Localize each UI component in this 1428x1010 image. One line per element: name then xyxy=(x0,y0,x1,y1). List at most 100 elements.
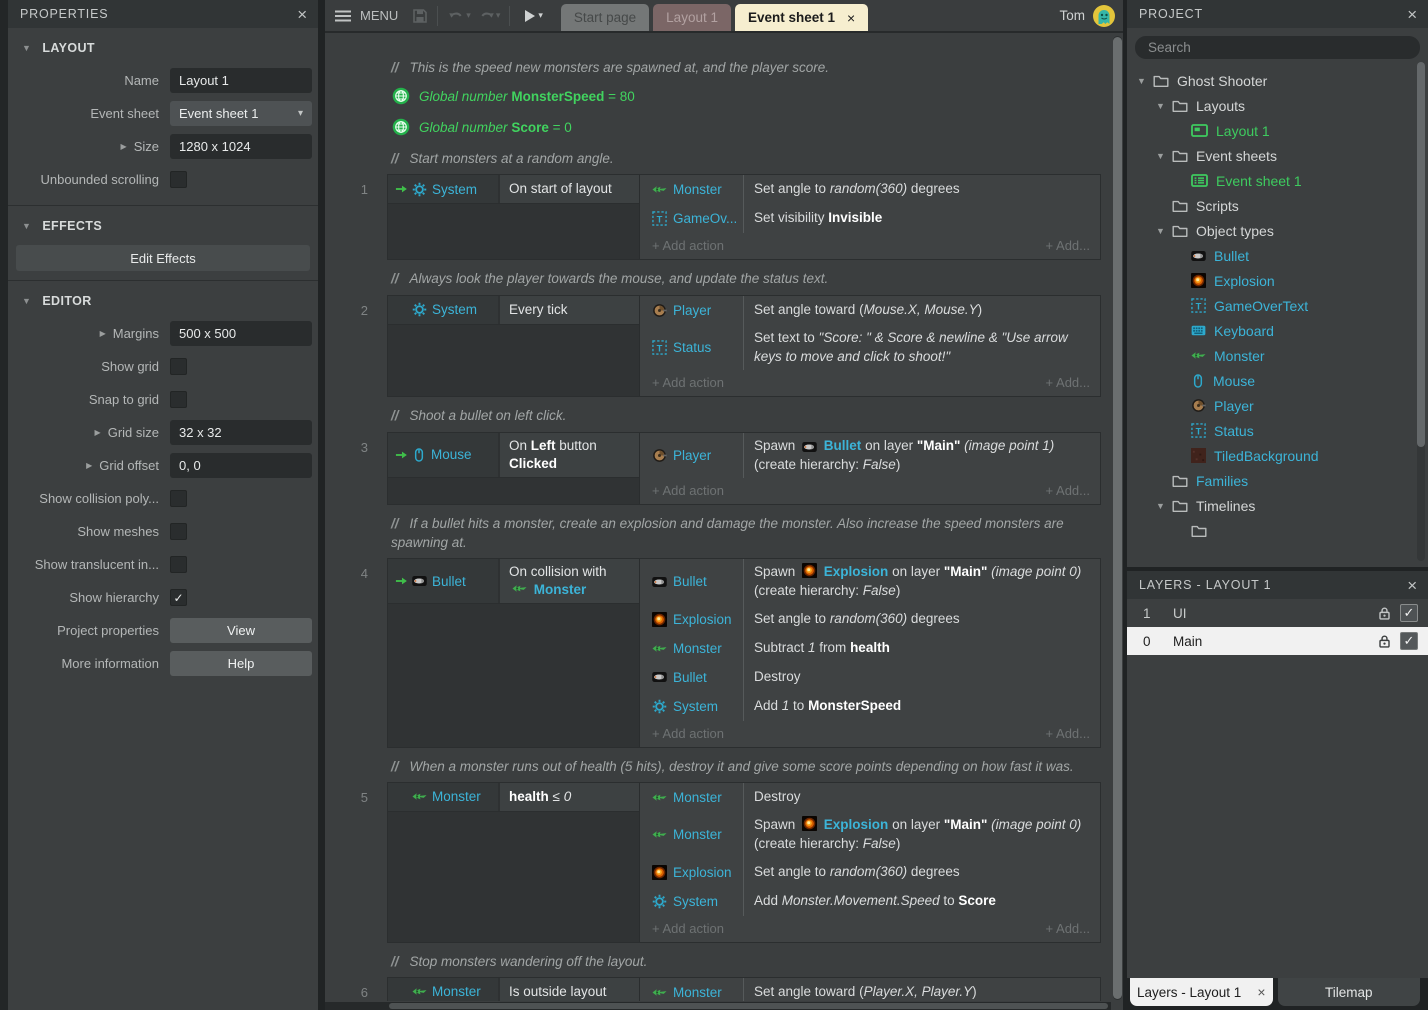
add-more-link[interactable]: + Add... xyxy=(1046,375,1090,390)
condition-row[interactable]: Monsterhealth ≤ 0 xyxy=(388,783,639,812)
expand-arrow-icon[interactable]: ▶ xyxy=(95,428,101,437)
condition-object-cell[interactable]: Monster xyxy=(388,783,500,811)
condition-text-cell[interactable]: Is outside layout xyxy=(500,978,639,1001)
play-dropdown-icon[interactable]: ▾ xyxy=(538,10,543,21)
tree-item-ghost-shooter[interactable]: ▼Ghost Shooter xyxy=(1127,68,1428,93)
global-variable[interactable]: Global number Score = 0 xyxy=(392,115,1111,139)
margins-field[interactable]: 500 x 500 xyxy=(170,321,312,346)
tree-item-layouts[interactable]: ▼Layouts xyxy=(1127,93,1428,118)
condition-text-cell[interactable]: On collision with Monster xyxy=(500,559,639,603)
event-comment[interactable]: //Start monsters at a random angle. xyxy=(391,150,1091,168)
action-row[interactable]: TGameOv...Set visibility Invisible xyxy=(640,204,1100,233)
unbounded-scrolling-checkbox[interactable] xyxy=(170,171,187,188)
event-comment[interactable]: //If a bullet hits a monster, create an … xyxy=(391,515,1091,551)
condition-object-cell[interactable]: System xyxy=(388,175,500,203)
event-comment[interactable]: //This is the speed new monsters are spa… xyxy=(391,59,1091,77)
save-icon[interactable] xyxy=(412,8,428,24)
action-row[interactable]: ExplosionSet angle to random(360) degree… xyxy=(640,605,1100,634)
action-row[interactable]: MonsterSet angle toward (Player.X, Playe… xyxy=(640,978,1100,1001)
tree-item-families[interactable]: Families xyxy=(1127,468,1428,493)
tree-item-monster[interactable]: Monster xyxy=(1127,343,1428,368)
dock-tab-layers-layout-1[interactable]: Layers - Layout 1× xyxy=(1130,978,1273,1006)
add-more-link[interactable]: + Add... xyxy=(1046,726,1090,741)
chevron-down-icon[interactable]: ▼ xyxy=(22,43,31,53)
action-row[interactable]: BulletSpawn Explosion on layer "Main" (i… xyxy=(640,559,1100,605)
action-row[interactable]: SystemAdd Monster.Movement.Speed to Scor… xyxy=(640,887,1100,916)
grid-offset-field[interactable]: 0, 0 xyxy=(170,453,312,478)
chevron-down-icon[interactable]: ▼ xyxy=(22,221,31,231)
condition-text-cell[interactable]: health ≤ 0 xyxy=(500,783,639,811)
edit-effects-button[interactable]: Edit Effects xyxy=(16,245,310,271)
redo-dropdown-icon[interactable]: ▾ xyxy=(496,10,501,21)
layer-row-ui[interactable]: 1UI✓ xyxy=(1127,599,1428,627)
action-row[interactable]: TStatusSet text to "Score: " & Score & n… xyxy=(640,325,1100,371)
scrollbar-thumb[interactable] xyxy=(1417,62,1425,447)
action-row[interactable]: MonsterDestroy xyxy=(640,783,1100,812)
condition-row[interactable]: BulletOn collision with Monster xyxy=(388,559,639,604)
add-action-link[interactable]: + Add action xyxy=(652,238,724,253)
lock-icon[interactable] xyxy=(1377,634,1392,649)
show-grid-checkbox[interactable] xyxy=(170,358,187,375)
event-sheet-vertical-scrollbar[interactable] xyxy=(1113,36,1122,1000)
add-action-link[interactable]: + Add action xyxy=(652,726,724,741)
tree-item-status[interactable]: TStatus xyxy=(1127,418,1428,443)
chevron-down-icon[interactable]: ▼ xyxy=(22,296,31,306)
show-meshes-checkbox[interactable] xyxy=(170,523,187,540)
condition-object-cell[interactable]: System xyxy=(388,296,500,324)
close-icon[interactable]: × xyxy=(1407,577,1418,594)
chevron-down-icon[interactable]: ▼ xyxy=(1156,151,1172,161)
visibility-checkbox[interactable]: ✓ xyxy=(1400,604,1418,622)
visibility-checkbox[interactable]: ✓ xyxy=(1400,632,1418,650)
conditions-empty-area[interactable] xyxy=(388,812,639,942)
tab-event-sheet-1[interactable]: Event sheet 1× xyxy=(735,4,868,31)
event-sheet-horizontal-scrollbar[interactable] xyxy=(325,1002,1111,1010)
close-icon[interactable]: × xyxy=(297,6,308,23)
action-row[interactable]: MonsterSubtract 1 from health xyxy=(640,634,1100,663)
tree-item-gameovertext[interactable]: TGameOverText xyxy=(1127,293,1428,318)
conditions-empty-area[interactable] xyxy=(388,478,639,504)
tree-item-event-sheets[interactable]: ▼Event sheets xyxy=(1127,143,1428,168)
tree-item-keyboard[interactable]: Keyboard xyxy=(1127,318,1428,343)
search-input[interactable] xyxy=(1135,36,1420,59)
conditions-empty-area[interactable] xyxy=(388,204,639,259)
project-vertical-scrollbar[interactable] xyxy=(1417,62,1425,561)
chevron-down-icon[interactable]: ▼ xyxy=(1156,101,1172,111)
action-row[interactable]: ExplosionSet angle to random(360) degree… xyxy=(640,858,1100,887)
play-icon[interactable] xyxy=(525,10,535,22)
tree-item-clipped[interactable] xyxy=(1127,518,1428,543)
add-more-link[interactable]: + Add... xyxy=(1046,238,1090,253)
add-more-link[interactable]: + Add... xyxy=(1046,483,1090,498)
lock-icon[interactable] xyxy=(1377,606,1392,621)
event-comment[interactable]: //Stop monsters wandering off the layout… xyxy=(391,953,1091,971)
scrollbar-thumb[interactable] xyxy=(389,1003,1108,1009)
conditions-empty-area[interactable] xyxy=(388,325,639,397)
add-action-link[interactable]: + Add action xyxy=(652,921,724,936)
name-field[interactable]: Layout 1 xyxy=(170,68,312,93)
redo-icon[interactable] xyxy=(477,9,496,22)
add-action-link[interactable]: + Add action xyxy=(652,483,724,498)
tree-item-timelines[interactable]: ▼Timelines xyxy=(1127,493,1428,518)
conditions-empty-area[interactable] xyxy=(388,604,639,746)
size-field[interactable]: 1280 x 1024 xyxy=(170,134,312,159)
action-row[interactable]: SystemAdd 1 to MonsterSpeed xyxy=(640,692,1100,721)
undo-dropdown-icon[interactable]: ▾ xyxy=(466,10,471,21)
condition-object-cell[interactable]: Monster xyxy=(388,978,500,1001)
global-variable[interactable]: Global number MonsterSpeed = 80 xyxy=(392,84,1111,108)
dock-tab-tilemap[interactable]: Tilemap xyxy=(1278,978,1421,1006)
tree-item-mouse[interactable]: Mouse xyxy=(1127,368,1428,393)
tab-layout-1[interactable]: Layout 1 xyxy=(653,4,731,31)
tree-item-bullet[interactable]: Bullet xyxy=(1127,243,1428,268)
event-sheet-select[interactable]: Event sheet 1▾ xyxy=(170,101,312,126)
action-row[interactable]: MonsterSpawn Explosion on layer "Main" (… xyxy=(640,812,1100,858)
close-icon[interactable]: × xyxy=(847,10,855,26)
avatar[interactable] xyxy=(1093,5,1115,27)
condition-text-cell[interactable]: Every tick xyxy=(500,296,639,324)
grid-size-field[interactable]: 32 x 32 xyxy=(170,420,312,445)
undo-icon[interactable] xyxy=(447,9,466,22)
tree-item-scripts[interactable]: Scripts xyxy=(1127,193,1428,218)
expand-arrow-icon[interactable]: ▶ xyxy=(121,142,127,151)
condition-text-cell[interactable]: On Left button Clicked xyxy=(500,433,639,477)
action-row[interactable]: BulletDestroy xyxy=(640,663,1100,692)
chevron-down-icon[interactable]: ▼ xyxy=(1137,76,1153,86)
expand-arrow-icon[interactable]: ▶ xyxy=(86,461,92,470)
